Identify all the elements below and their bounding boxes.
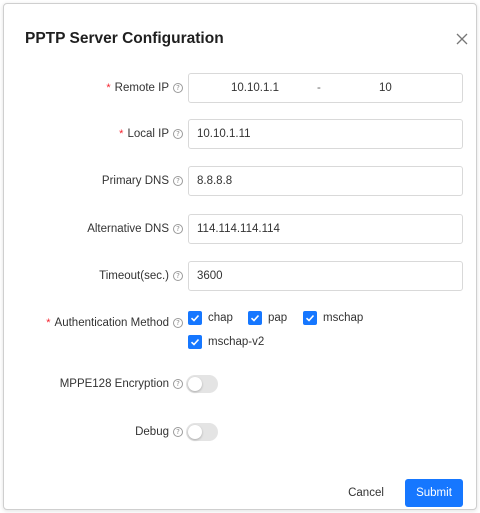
- toggle-knob: [188, 425, 202, 439]
- checkbox-mschap-v2[interactable]: mschap-v2: [188, 335, 264, 349]
- alternative-dns-label-text: Alternative DNS: [87, 223, 169, 235]
- checkbox-checked-icon[interactable]: [248, 311, 262, 325]
- timeout-input[interactable]: 3600: [188, 261, 463, 291]
- help-icon[interactable]: ?: [173, 318, 183, 328]
- help-icon[interactable]: ?: [173, 271, 183, 281]
- auth-method-label-text: Authentication Method: [54, 317, 169, 329]
- local-ip-row: * Local IP ? 10.10.1.11: [0, 119, 474, 149]
- required-mark: *: [46, 317, 51, 329]
- debug-toggle[interactable]: [186, 423, 218, 441]
- alternative-dns-label: Alternative DNS ?: [87, 214, 183, 244]
- mppe-toggle[interactable]: [186, 375, 218, 393]
- alternative-dns-row: Alternative DNS ? 114.114.114.114: [0, 214, 474, 244]
- help-icon[interactable]: ?: [173, 224, 183, 234]
- remote-ip-range-input[interactable]: 10.10.1.1 - 10: [188, 73, 463, 103]
- help-icon[interactable]: ?: [173, 176, 183, 186]
- submit-button[interactable]: Submit: [405, 479, 463, 507]
- mppe-label-text: MPPE128 Encryption: [59, 378, 169, 390]
- dialog-title: PPTP Server Configuration: [25, 30, 224, 47]
- help-icon[interactable]: ?: [173, 129, 183, 139]
- mppe-row: MPPE128 Encryption ?: [0, 369, 474, 399]
- checkbox-label: mschap: [323, 312, 364, 324]
- remote-ip-label-text: Remote IP: [114, 82, 169, 94]
- local-ip-label: * Local IP ?: [119, 119, 183, 149]
- help-icon[interactable]: ?: [173, 379, 183, 389]
- checkbox-checked-icon[interactable]: [188, 335, 202, 349]
- primary-dns-label-text: Primary DNS: [101, 175, 169, 187]
- checkbox-chap[interactable]: chap: [188, 311, 233, 325]
- timeout-row: Timeout(sec.) ? 3600: [0, 261, 474, 291]
- debug-row: Debug ?: [0, 417, 474, 447]
- close-icon[interactable]: [453, 30, 471, 48]
- required-mark: *: [106, 82, 111, 94]
- checkbox-label: pap: [268, 312, 288, 324]
- checkbox-pap[interactable]: pap: [248, 311, 287, 325]
- timeout-label: Timeout(sec.) ?: [99, 261, 183, 291]
- auth-method-row: * Authentication Method ? chap pap mscha…: [0, 306, 474, 349]
- debug-label-text: Debug: [135, 426, 169, 438]
- local-ip-label-text: Local IP: [127, 128, 169, 140]
- primary-dns-row: Primary DNS ? 8.8.8.8: [0, 166, 474, 196]
- local-ip-input[interactable]: 10.10.1.11: [188, 119, 463, 149]
- checkbox-label: chap: [208, 312, 233, 324]
- mppe-label: MPPE128 Encryption ?: [60, 369, 183, 399]
- checkbox-label: mschap-v2: [208, 336, 265, 348]
- remote-ip-row: * Remote IP ? 10.10.1.1 - 10: [0, 73, 474, 103]
- checkbox-checked-icon[interactable]: [303, 311, 317, 325]
- checkbox-checked-icon[interactable]: [188, 311, 202, 325]
- toggle-knob: [188, 377, 202, 391]
- checkbox-mschap[interactable]: mschap: [303, 311, 363, 325]
- remote-ip-end[interactable]: 10: [379, 82, 392, 94]
- remote-ip-label: * Remote IP ?: [106, 73, 183, 103]
- range-separator: -: [317, 82, 321, 94]
- remote-ip-start[interactable]: 10.10.1.1: [231, 82, 279, 94]
- help-icon[interactable]: ?: [173, 427, 183, 437]
- required-mark: *: [119, 128, 124, 140]
- debug-label: Debug ?: [135, 417, 183, 447]
- timeout-label-text: Timeout(sec.): [99, 270, 169, 282]
- primary-dns-label: Primary DNS ?: [102, 166, 183, 196]
- alternative-dns-input[interactable]: 114.114.114.114: [188, 214, 463, 244]
- help-icon[interactable]: ?: [173, 83, 183, 93]
- auth-method-label: * Authentication Method ?: [46, 308, 183, 338]
- cancel-button[interactable]: Cancel: [341, 479, 391, 507]
- primary-dns-input[interactable]: 8.8.8.8: [188, 166, 463, 196]
